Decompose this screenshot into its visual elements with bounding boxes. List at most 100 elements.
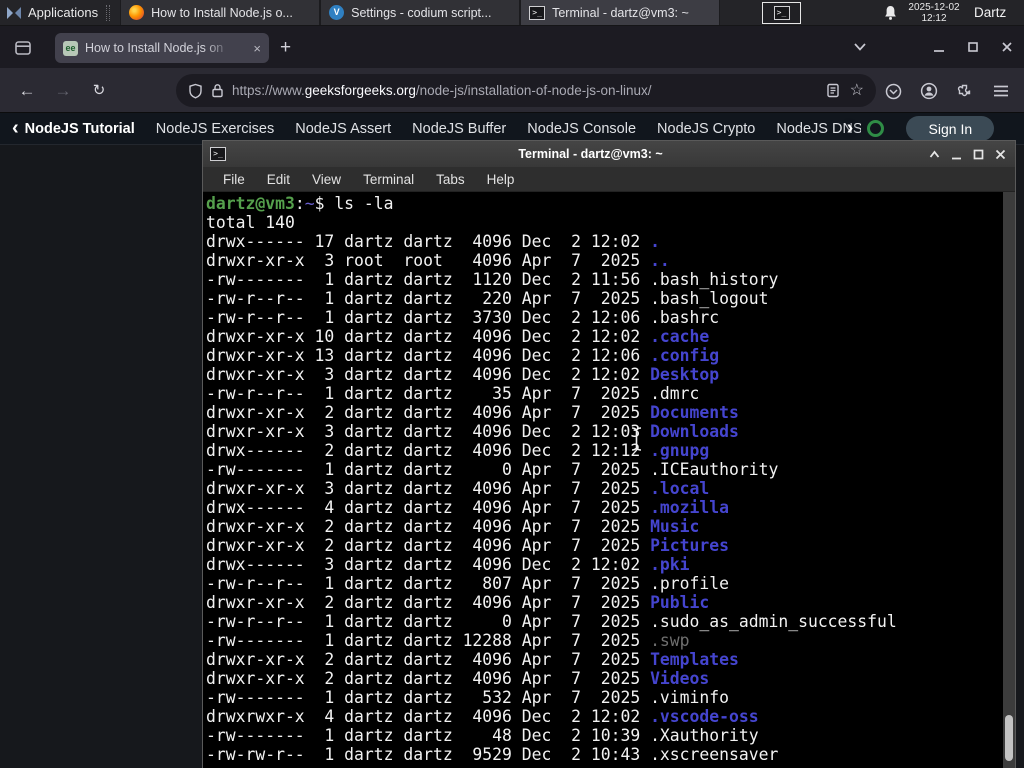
lock-icon[interactable] bbox=[211, 83, 224, 98]
firefox-icon bbox=[129, 5, 145, 20]
url-bar[interactable]: https://www.geeksforgeeks.org/node-js/in… bbox=[176, 74, 876, 107]
browser-tab-active[interactable]: ee How to Install Node.js on × bbox=[55, 33, 269, 63]
taskbar-window-vscodium[interactable]: V Settings - codium script... bbox=[320, 0, 521, 25]
tracking-shield-icon[interactable] bbox=[188, 83, 203, 99]
terminal-line: -rw------- 1 dartz dartz 0 Apr 7 2025 .I… bbox=[206, 460, 779, 479]
new-tab-button[interactable]: + bbox=[280, 38, 291, 57]
taskbar-window-firefox[interactable]: How to Install Node.js o... bbox=[120, 0, 321, 25]
terminal-line: drwxr-xr-x 2 dartz dartz 4096 Apr 7 2025… bbox=[206, 593, 710, 612]
site-nav-link[interactable]: NodeJS Exercises bbox=[156, 121, 274, 137]
terminal-menu-item[interactable]: Terminal bbox=[352, 172, 425, 187]
file-name: .xscreensaver bbox=[650, 745, 779, 764]
file-name: .gnupg bbox=[650, 441, 710, 460]
panel-handle bbox=[106, 4, 111, 21]
terminal-line: -rw------- 1 dartz dartz 532 Apr 7 2025 … bbox=[206, 688, 730, 707]
terminal-minimize-button[interactable] bbox=[950, 148, 963, 161]
forward-button[interactable]: → bbox=[50, 78, 76, 104]
firefox-view-icon bbox=[15, 41, 31, 55]
terminal-scrollbar[interactable] bbox=[1003, 192, 1015, 768]
terminal-line: drwxr-xr-x 2 dartz dartz 4096 Apr 7 2025… bbox=[206, 517, 700, 536]
terminal-window: >_ Terminal - dartz@vm3: ~ File Edit View T… bbox=[202, 140, 1016, 768]
prompt-symbol: $ bbox=[314, 194, 335, 213]
url-domain: geeksforgeeks.org bbox=[304, 83, 416, 98]
terminal-menu-item[interactable]: File bbox=[212, 172, 256, 187]
browser-tab-bar: ee How to Install Node.js on × + bbox=[0, 26, 1024, 68]
terminal-line: -rw-rw-r-- 1 dartz dartz 9529 Dec 2 10:4… bbox=[206, 745, 779, 764]
terminal-line: drwx------ 2 dartz dartz 4096 Dec 2 12:1… bbox=[206, 441, 710, 460]
terminal-line: drwxr-xr-x 2 dartz dartz 4096 Apr 7 2025… bbox=[206, 403, 739, 422]
account-icon[interactable] bbox=[916, 78, 942, 104]
terminal-scrollbar-thumb[interactable] bbox=[1005, 715, 1013, 761]
taskbar-window-firefox-label: How to Install Node.js o... bbox=[151, 5, 293, 20]
nav-scroll-right-icon[interactable]: › bbox=[847, 118, 854, 138]
clock-time: 12:12 bbox=[921, 13, 947, 24]
terminal-shade-button[interactable] bbox=[928, 148, 941, 161]
terminal-icon: >_ bbox=[529, 5, 546, 20]
file-name: Videos bbox=[650, 669, 710, 688]
hamburger-menu-icon[interactable] bbox=[988, 78, 1014, 104]
terminal-maximize-button[interactable] bbox=[972, 148, 985, 161]
tab-close-icon[interactable]: × bbox=[253, 42, 261, 55]
terminal-line: drwxr-xr-x 3 root root 4096 Apr 7 2025 .… bbox=[206, 251, 670, 270]
file-name: .mozilla bbox=[650, 498, 730, 517]
file-name: .ICEauthority bbox=[650, 460, 779, 479]
terminal-output[interactable]: dartz@vm3:~$ ls -la total 140 drwx------… bbox=[203, 192, 1015, 768]
firefox-view-button[interactable] bbox=[8, 33, 38, 63]
list-all-tabs-chevron-icon[interactable] bbox=[852, 40, 868, 54]
terminal-line: -rw-r--r-- 1 dartz dartz 0 Apr 7 2025 .s… bbox=[206, 612, 897, 631]
terminal-line: drwx------ 4 dartz dartz 4096 Apr 7 2025… bbox=[206, 498, 730, 517]
terminal-line: drwxr-xr-x 3 dartz dartz 4096 Dec 2 12:0… bbox=[206, 422, 739, 441]
file-name: Templates bbox=[650, 650, 739, 669]
terminal-menu-item[interactable]: Edit bbox=[256, 172, 301, 187]
terminal-line: -rw------- 1 dartz dartz 12288 Apr 7 202… bbox=[206, 631, 690, 650]
search-icon[interactable] bbox=[867, 120, 885, 137]
site-nav-link[interactable]: NodeJS Assert bbox=[295, 121, 391, 137]
applications-menu-icon bbox=[7, 6, 21, 19]
terminal-prompt-line: dartz@vm3:~$ ls -la bbox=[206, 194, 1015, 213]
user-menu[interactable]: Dartz bbox=[974, 5, 1006, 20]
terminal-line: drwxrwxr-x 4 dartz dartz 4096 Dec 2 12:0… bbox=[206, 707, 759, 726]
file-name: Downloads bbox=[650, 422, 739, 441]
file-name: .cache bbox=[650, 327, 710, 346]
taskbar-window-vscodium-label: Settings - codium script... bbox=[351, 5, 492, 20]
file-name: .profile bbox=[650, 574, 730, 593]
window-maximize-button[interactable] bbox=[966, 40, 980, 54]
window-close-button[interactable] bbox=[1000, 40, 1014, 54]
sign-in-button[interactable]: Sign In bbox=[906, 116, 995, 141]
taskbar-window-terminal[interactable]: >_ Terminal - dartz@vm3: ~ bbox=[520, 0, 721, 25]
file-name: .. bbox=[650, 251, 670, 270]
site-nav-link[interactable]: NodeJS Tutorial bbox=[25, 121, 135, 137]
nav-scroll-left-icon[interactable]: ‹ bbox=[12, 118, 19, 138]
terminal-menu-item[interactable]: View bbox=[301, 172, 352, 187]
terminal-line: drwx------ 3 dartz dartz 4096 Dec 2 12:0… bbox=[206, 555, 690, 574]
terminal-menu-item[interactable]: Tabs bbox=[425, 172, 476, 187]
terminal-line: -rw-r--r-- 1 dartz dartz 35 Apr 7 2025 .… bbox=[206, 384, 700, 403]
file-name: Music bbox=[650, 517, 700, 536]
terminal-title-bar[interactable]: >_ Terminal - dartz@vm3: ~ bbox=[203, 141, 1015, 167]
terminal-close-button[interactable] bbox=[994, 148, 1007, 161]
terminal-line: drwxr-xr-x 10 dartz dartz 4096 Dec 2 12:… bbox=[206, 327, 710, 346]
tray-terminal-launcher[interactable]: >_ bbox=[762, 2, 801, 24]
pocket-icon[interactable] bbox=[880, 78, 906, 104]
terminal-line: drwxr-xr-x 2 dartz dartz 4096 Apr 7 2025… bbox=[206, 650, 739, 669]
bookmark-star-icon[interactable]: ☆ bbox=[850, 82, 864, 99]
applications-menu-button[interactable]: Applications bbox=[0, 0, 118, 25]
site-nav-link[interactable]: NodeJS Crypto bbox=[657, 121, 755, 137]
terminal-line: drwx------ 17 dartz dartz 4096 Dec 2 12:… bbox=[206, 232, 660, 251]
notifications-bell-icon[interactable] bbox=[883, 5, 898, 21]
terminal-line: drwxr-xr-x 13 dartz dartz 4096 Dec 2 12:… bbox=[206, 346, 720, 365]
file-name: .vscode-oss bbox=[650, 707, 759, 726]
panel-clock[interactable]: 2025-12-02 12:12 bbox=[903, 2, 965, 24]
reload-button[interactable]: ↻ bbox=[86, 78, 112, 104]
terminal-listing: drwx------ 17 dartz dartz 4096 Dec 2 12:… bbox=[206, 232, 1015, 764]
url-scheme: https://www. bbox=[232, 83, 305, 98]
site-nav-link[interactable]: NodeJS Console bbox=[527, 121, 636, 137]
terminal-menu-item[interactable]: Help bbox=[476, 172, 526, 187]
window-minimize-button[interactable] bbox=[932, 40, 946, 54]
terminal-line: -rw-r--r-- 1 dartz dartz 220 Apr 7 2025 … bbox=[206, 289, 769, 308]
reader-mode-icon[interactable] bbox=[826, 83, 840, 98]
vscodium-icon: V bbox=[329, 5, 345, 20]
extensions-puzzle-icon[interactable] bbox=[951, 78, 977, 104]
site-nav-link[interactable]: NodeJS Buffer bbox=[412, 121, 506, 137]
back-button[interactable]: ← bbox=[14, 78, 40, 104]
